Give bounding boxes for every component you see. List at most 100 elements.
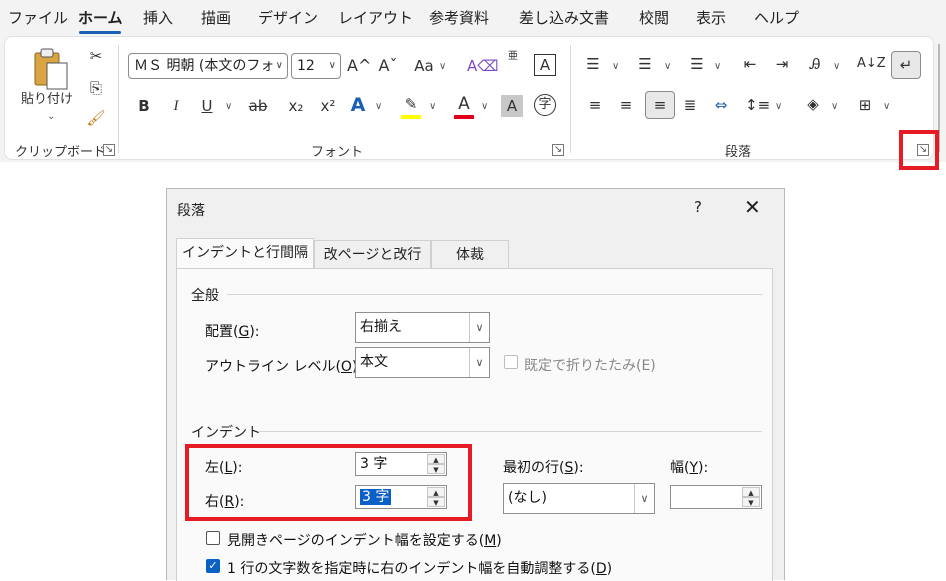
collapsed-default-checkbox[interactable] bbox=[504, 355, 518, 369]
auto-adjust-label: 1 行の文字数を指定時に右のインデント幅を自動調整する(D) bbox=[227, 561, 613, 577]
tab-typography[interactable]: 体裁 bbox=[431, 240, 509, 270]
text-effects-icon[interactable]: A bbox=[347, 94, 369, 116]
close-icon[interactable]: ✕ bbox=[744, 195, 761, 219]
tab-label: 改ページと改行 bbox=[323, 247, 422, 263]
menu-references[interactable]: 参考資料 bbox=[429, 7, 489, 28]
phonetic-guide-icon[interactable]: 亜 bbox=[501, 51, 525, 73]
clipboard-launcher-icon[interactable]: ↘ bbox=[103, 144, 115, 156]
highlight-icon[interactable]: ✎ bbox=[399, 93, 423, 115]
paragraph-dialog: 段落 ? ✕ インデントと行間隔 改ページと改行 体裁 全般 配置(G): 右揃… bbox=[166, 188, 785, 581]
menu-draw[interactable]: 描画 bbox=[201, 7, 231, 28]
increase-indent-icon[interactable]: ⇥ bbox=[770, 53, 794, 75]
chevron-down-icon[interactable]: ∨ bbox=[634, 484, 654, 513]
character-border-icon[interactable]: A bbox=[534, 54, 556, 76]
enclosed-character-icon[interactable]: 字 bbox=[534, 94, 556, 116]
first-line-select[interactable]: (なし) ∨ bbox=[503, 483, 655, 514]
chevron-down-icon[interactable]: ∨ bbox=[469, 348, 489, 377]
help-button[interactable]: ? bbox=[694, 198, 702, 216]
paste-label[interactable]: 貼り付け bbox=[21, 89, 73, 111]
multilevel-list-icon[interactable]: ☰ bbox=[685, 53, 709, 75]
mirror-indents-label: 見開きページのインデント幅を設定する(M) bbox=[227, 533, 502, 549]
mirror-indents-checkbox[interactable] bbox=[206, 531, 220, 545]
align-right-icon[interactable]: ≡ bbox=[645, 91, 675, 119]
format-painter-icon[interactable]: 🖌 bbox=[85, 107, 107, 129]
line-spacing-icon[interactable]: ↕≡ bbox=[745, 94, 770, 116]
general-section-title: 全般 bbox=[191, 288, 219, 304]
grow-font-icon[interactable]: A^ bbox=[347, 55, 371, 77]
chevron-down-icon[interactable]: ∨ bbox=[375, 101, 382, 112]
auto-adjust-checkbox[interactable]: ✓ bbox=[206, 559, 220, 573]
align-center-icon[interactable]: ≡ bbox=[614, 94, 638, 116]
outline-level-select[interactable]: 本文 ∨ bbox=[355, 347, 490, 378]
chevron-down-icon[interactable]: ∨ bbox=[329, 54, 336, 78]
font-launcher-icon[interactable]: ↘ bbox=[552, 144, 564, 156]
font-name-combo[interactable]: ＭＳ 明朝 (本文のフォ ∨ bbox=[128, 53, 288, 79]
chevron-down-icon[interactable]: ∨ bbox=[714, 61, 721, 72]
bullets-icon[interactable]: ☰ bbox=[581, 53, 605, 75]
clipboard-group-label: クリップボード bbox=[15, 145, 107, 160]
menu-help[interactable]: ヘルプ bbox=[754, 7, 799, 28]
subscript-button[interactable]: x₂ bbox=[284, 95, 308, 117]
chevron-down-icon[interactable]: ∨ bbox=[775, 101, 782, 112]
chevron-down-icon[interactable]: ∨ bbox=[664, 61, 671, 72]
justify-icon[interactable]: ≣ bbox=[678, 94, 702, 116]
chevron-down-icon[interactable]: ∨ bbox=[612, 61, 619, 72]
distributed-icon[interactable]: ⇔ bbox=[709, 94, 733, 116]
alignment-select[interactable]: 右揃え ∨ bbox=[355, 312, 490, 343]
change-case-icon[interactable]: Aa bbox=[410, 55, 438, 77]
menu-review[interactable]: 校閲 bbox=[639, 7, 669, 28]
underline-button[interactable]: U bbox=[196, 95, 218, 117]
menu-home[interactable]: ホーム bbox=[78, 7, 123, 28]
clear-formatting-icon[interactable]: A⌫ bbox=[467, 55, 498, 77]
paste-icon[interactable] bbox=[31, 45, 73, 93]
chevron-down-icon[interactable]: ∨ bbox=[225, 101, 232, 112]
sort-icon[interactable]: A↓Z bbox=[857, 53, 886, 75]
chevron-down-icon[interactable]: ∨ bbox=[439, 61, 446, 72]
numbering-icon[interactable]: ☰ bbox=[633, 53, 657, 75]
tab-label: 体裁 bbox=[456, 247, 484, 263]
dialog-title: 段落 bbox=[177, 203, 205, 219]
shading-icon[interactable]: ◈ bbox=[801, 93, 825, 115]
tab-indent-spacing[interactable]: インデントと行間隔 bbox=[176, 238, 314, 270]
chevron-down-icon[interactable]: ∨ bbox=[276, 54, 283, 78]
character-shading-icon[interactable]: A bbox=[501, 95, 523, 117]
width-spinner[interactable]: ▲ ▼ bbox=[670, 485, 762, 509]
chevron-down-icon[interactable]: ∨ bbox=[883, 101, 890, 112]
indent-section-title: インデント bbox=[191, 425, 261, 441]
chevron-down-icon[interactable]: ∨ bbox=[469, 313, 489, 342]
bold-button[interactable]: B bbox=[133, 95, 155, 117]
cut-icon[interactable]: ✂ bbox=[85, 45, 107, 67]
tab-page-breaks[interactable]: 改ページと改行 bbox=[314, 240, 431, 270]
ribbon: 貼り付け ⌄ ✂ ⎘ 🖌 クリップボード ↘ ＭＳ 明朝 (本文のフォ ∨ 12… bbox=[0, 36, 946, 162]
menu-design[interactable]: デザイン bbox=[258, 7, 318, 28]
italic-button[interactable]: I bbox=[165, 95, 187, 117]
font-color-swatch bbox=[454, 115, 474, 119]
chevron-down-icon[interactable]: ∨ bbox=[833, 61, 840, 72]
decrease-indent-icon[interactable]: ⇤ bbox=[738, 53, 762, 75]
menu-file[interactable]: ファイル bbox=[8, 7, 68, 28]
spin-down-icon[interactable]: ▼ bbox=[742, 497, 760, 507]
menu-mailings[interactable]: 差し込み文書 bbox=[519, 7, 609, 28]
align-left-icon[interactable]: ≡ bbox=[583, 94, 607, 116]
chevron-down-icon[interactable]: ∨ bbox=[481, 101, 488, 112]
font-name-value: ＭＳ 明朝 (本文のフォ bbox=[134, 58, 275, 74]
menu-bar: ファイル ホーム 挿入 描画 デザイン レイアウト 参考資料 差し込み文書 校閲… bbox=[0, 0, 946, 36]
section-divider bbox=[259, 431, 762, 432]
copy-icon[interactable]: ⎘ bbox=[85, 77, 107, 99]
paste-dropdown-arrow[interactable]: ⌄ bbox=[47, 111, 55, 122]
menu-view[interactable]: 表示 bbox=[696, 7, 726, 28]
menu-layout[interactable]: レイアウト bbox=[338, 7, 413, 28]
font-size-combo[interactable]: 12 ∨ bbox=[291, 53, 341, 79]
text-direction-icon[interactable]: Ꭿ bbox=[803, 53, 827, 75]
superscript-button[interactable]: x² bbox=[316, 95, 340, 117]
collapsed-default-label: 既定で折りたたみ(E) bbox=[524, 358, 656, 374]
chevron-down-icon[interactable]: ∨ bbox=[429, 101, 436, 112]
borders-icon[interactable]: ⊞ bbox=[853, 94, 877, 116]
strikethrough-button[interactable]: ab bbox=[246, 95, 270, 117]
font-color-icon[interactable]: A bbox=[453, 93, 475, 115]
shrink-font-icon[interactable]: Aˇ bbox=[376, 55, 400, 77]
show-formatting-marks-icon[interactable]: ↵ bbox=[891, 51, 921, 79]
chevron-down-icon[interactable]: ∨ bbox=[831, 101, 838, 112]
spin-up-icon[interactable]: ▲ bbox=[742, 487, 760, 497]
menu-insert[interactable]: 挿入 bbox=[143, 7, 173, 28]
